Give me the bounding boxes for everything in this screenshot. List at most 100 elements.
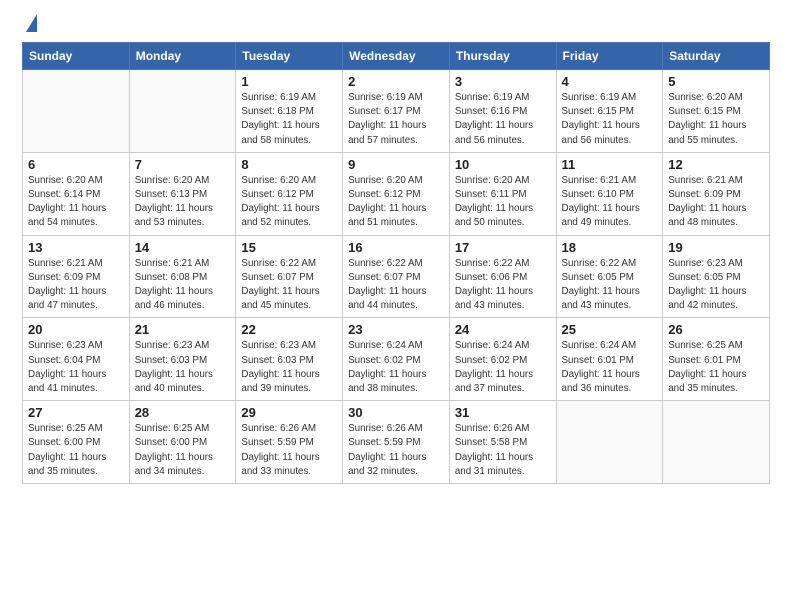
calendar-cell: 8 Sunrise: 6:20 AM Sunset: 6:12 PM Daylig… — [236, 152, 343, 235]
day-number: 2 — [348, 74, 444, 89]
weekday-header-friday: Friday — [556, 43, 663, 70]
calendar-cell: 17 Sunrise: 6:22 AM Sunset: 6:06 PM Dayli… — [449, 235, 556, 318]
day-number: 23 — [348, 322, 444, 337]
calendar-cell: 4 Sunrise: 6:19 AM Sunset: 6:15 PM Daylig… — [556, 70, 663, 153]
day-number: 1 — [241, 74, 337, 89]
calendar-cell: 14Sunrise: 6:21 AM Sunset: 6:08 PM Dayli… — [129, 235, 236, 318]
day-number: 11 — [562, 157, 658, 172]
weekday-header-saturday: Saturday — [663, 43, 770, 70]
calendar-cell: 15 Sunrise: 6:22 AM Sunset: 6:07 PM Dayli… — [236, 235, 343, 318]
day-number: 15 — [241, 240, 337, 255]
calendar-cell — [129, 70, 236, 153]
day-number: 17 — [455, 240, 551, 255]
day-number: 26 — [668, 322, 764, 337]
header — [22, 18, 770, 32]
calendar-cell: 24 Sunrise: 6:24 AM Sunset: 6:02 PM Dayli… — [449, 318, 556, 401]
day-info: Sunrise: 6:22 AM Sunset: 6:07 PM Dayligh… — [348, 257, 444, 314]
day-info: Sunrise: 6:20 AM Sunset: 6:12 PM Dayligh… — [241, 174, 337, 231]
day-number: 29 — [241, 405, 337, 420]
calendar-cell: 11 Sunrise: 6:21 AM Sunset: 6:10 PM Dayli… — [556, 152, 663, 235]
calendar-cell: 26 Sunrise: 6:25 AM Sunset: 6:01 PM Dayli… — [663, 318, 770, 401]
day-info: Sunrise: 6:20 AM Sunset: 6:14 PM Dayligh… — [28, 174, 124, 231]
day-info: Sunrise: 6:21 AM Sunset: 6:09 PM Dayligh… — [28, 257, 124, 314]
day-info: Sunrise: 6:19 AM Sunset: 6:16 PM Dayligh… — [455, 91, 551, 148]
day-info: Sunrise: 6:19 AM Sunset: 6:17 PM Dayligh… — [348, 91, 444, 148]
day-number: 28 — [135, 405, 231, 420]
weekday-header-monday: Monday — [129, 43, 236, 70]
day-number: 13 — [28, 240, 124, 255]
calendar-cell: 27 Sunrise: 6:25 AM Sunset: 6:00 PM Dayli… — [23, 401, 130, 484]
day-info: Sunrise: 6:26 AM Sunset: 5:59 PM Dayligh… — [241, 422, 337, 479]
day-info: Sunrise: 6:23 AM Sunset: 6:05 PM Dayligh… — [668, 257, 764, 314]
calendar-cell: 19 Sunrise: 6:23 AM Sunset: 6:05 PM Dayli… — [663, 235, 770, 318]
calendar-cell: 7 Sunrise: 6:20 AM Sunset: 6:13 PM Daylig… — [129, 152, 236, 235]
day-number: 27 — [28, 405, 124, 420]
calendar-cell: 28Sunrise: 6:25 AM Sunset: 6:00 PM Dayli… — [129, 401, 236, 484]
day-info: Sunrise: 6:23 AM Sunset: 6:03 PM Dayligh… — [135, 339, 231, 396]
calendar-cell: 16Sunrise: 6:22 AM Sunset: 6:07 PM Dayli… — [343, 235, 450, 318]
week-row-3: 13 Sunrise: 6:21 AM Sunset: 6:09 PM Dayli… — [23, 235, 770, 318]
day-info: Sunrise: 6:20 AM Sunset: 6:11 PM Dayligh… — [455, 174, 551, 231]
day-info: Sunrise: 6:22 AM Sunset: 6:06 PM Dayligh… — [455, 257, 551, 314]
week-row-1: 1 Sunrise: 6:19 AM Sunset: 6:18 PM Daylig… — [23, 70, 770, 153]
day-info: Sunrise: 6:20 AM Sunset: 6:13 PM Dayligh… — [135, 174, 231, 231]
week-row-4: 20 Sunrise: 6:23 AM Sunset: 6:04 PM Dayli… — [23, 318, 770, 401]
day-number: 22 — [241, 322, 337, 337]
day-info: Sunrise: 6:21 AM Sunset: 6:10 PM Dayligh… — [562, 174, 658, 231]
day-number: 10 — [455, 157, 551, 172]
calendar-cell: 9Sunrise: 6:20 AM Sunset: 6:12 PM Daylig… — [343, 152, 450, 235]
day-info: Sunrise: 6:23 AM Sunset: 6:04 PM Dayligh… — [28, 339, 124, 396]
calendar-cell: 2 Sunrise: 6:19 AM Sunset: 6:17 PM Daylig… — [343, 70, 450, 153]
day-number: 14 — [135, 240, 231, 255]
calendar-cell: 1 Sunrise: 6:19 AM Sunset: 6:18 PM Daylig… — [236, 70, 343, 153]
day-number: 8 — [241, 157, 337, 172]
day-info: Sunrise: 6:26 AM Sunset: 5:58 PM Dayligh… — [455, 422, 551, 479]
day-number: 7 — [135, 157, 231, 172]
day-info: Sunrise: 6:19 AM Sunset: 6:18 PM Dayligh… — [241, 91, 337, 148]
calendar-cell — [663, 401, 770, 484]
calendar: SundayMondayTuesdayWednesdayThursdayFrid… — [22, 42, 770, 484]
day-info: Sunrise: 6:26 AM Sunset: 5:59 PM Dayligh… — [348, 422, 444, 479]
weekday-header-row: SundayMondayTuesdayWednesdayThursdayFrid… — [23, 43, 770, 70]
day-number: 18 — [562, 240, 658, 255]
day-info: Sunrise: 6:20 AM Sunset: 6:12 PM Dayligh… — [348, 174, 444, 231]
calendar-cell: 12 Sunrise: 6:21 AM Sunset: 6:09 PM Dayli… — [663, 152, 770, 235]
day-number: 12 — [668, 157, 764, 172]
day-number: 30 — [348, 405, 444, 420]
day-info: Sunrise: 6:23 AM Sunset: 6:03 PM Dayligh… — [241, 339, 337, 396]
day-info: Sunrise: 6:19 AM Sunset: 6:15 PM Dayligh… — [562, 91, 658, 148]
day-number: 3 — [455, 74, 551, 89]
weekday-header-thursday: Thursday — [449, 43, 556, 70]
calendar-cell — [556, 401, 663, 484]
calendar-cell: 22 Sunrise: 6:23 AM Sunset: 6:03 PM Dayli… — [236, 318, 343, 401]
day-number: 20 — [28, 322, 124, 337]
calendar-cell: 18 Sunrise: 6:22 AM Sunset: 6:05 PM Dayli… — [556, 235, 663, 318]
day-number: 6 — [28, 157, 124, 172]
day-info: Sunrise: 6:24 AM Sunset: 6:02 PM Dayligh… — [455, 339, 551, 396]
day-info: Sunrise: 6:22 AM Sunset: 6:05 PM Dayligh… — [562, 257, 658, 314]
day-info: Sunrise: 6:25 AM Sunset: 6:00 PM Dayligh… — [28, 422, 124, 479]
logo-triangle-icon — [26, 14, 37, 32]
day-number: 4 — [562, 74, 658, 89]
day-info: Sunrise: 6:21 AM Sunset: 6:09 PM Dayligh… — [668, 174, 764, 231]
calendar-cell: 23 Sunrise: 6:24 AM Sunset: 6:02 PM Dayli… — [343, 318, 450, 401]
day-number: 21 — [135, 322, 231, 337]
week-row-2: 6 Sunrise: 6:20 AM Sunset: 6:14 PM Daylig… — [23, 152, 770, 235]
day-info: Sunrise: 6:24 AM Sunset: 6:01 PM Dayligh… — [562, 339, 658, 396]
day-number: 19 — [668, 240, 764, 255]
calendar-cell: 10 Sunrise: 6:20 AM Sunset: 6:11 PM Dayli… — [449, 152, 556, 235]
week-row-5: 27 Sunrise: 6:25 AM Sunset: 6:00 PM Dayli… — [23, 401, 770, 484]
logo — [22, 18, 37, 32]
page: SundayMondayTuesdayWednesdayThursdayFrid… — [0, 0, 792, 612]
day-info: Sunrise: 6:22 AM Sunset: 6:07 PM Dayligh… — [241, 257, 337, 314]
calendar-cell: 21 Sunrise: 6:23 AM Sunset: 6:03 PM Dayli… — [129, 318, 236, 401]
calendar-cell: 6 Sunrise: 6:20 AM Sunset: 6:14 PM Daylig… — [23, 152, 130, 235]
calendar-cell: 20 Sunrise: 6:23 AM Sunset: 6:04 PM Dayli… — [23, 318, 130, 401]
weekday-header-wednesday: Wednesday — [343, 43, 450, 70]
day-number: 24 — [455, 322, 551, 337]
day-info: Sunrise: 6:25 AM Sunset: 6:01 PM Dayligh… — [668, 339, 764, 396]
day-number: 25 — [562, 322, 658, 337]
day-info: Sunrise: 6:24 AM Sunset: 6:02 PM Dayligh… — [348, 339, 444, 396]
calendar-cell: 29 Sunrise: 6:26 AM Sunset: 5:59 PM Dayli… — [236, 401, 343, 484]
calendar-cell: 5Sunrise: 6:20 AM Sunset: 6:15 PM Daylig… — [663, 70, 770, 153]
